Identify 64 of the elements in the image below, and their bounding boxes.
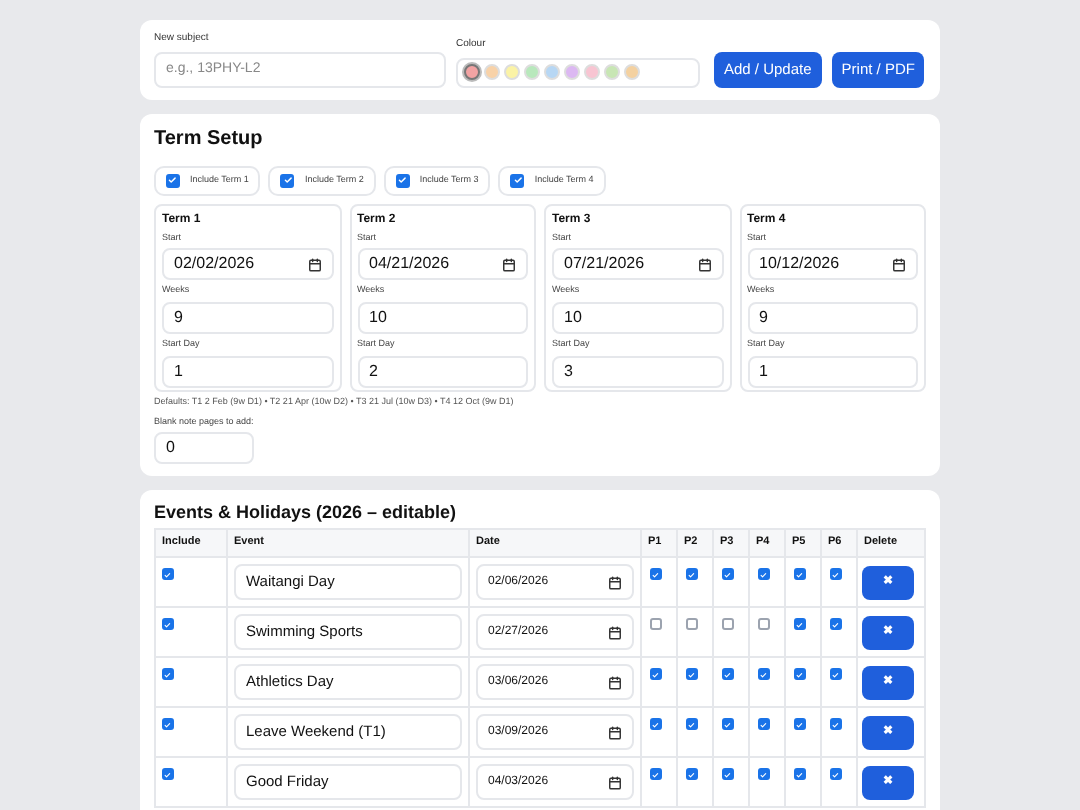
checkbox[interactable] (830, 768, 842, 781)
checkbox[interactable] (758, 768, 770, 781)
input-field[interactable]: 9 (747, 302, 918, 334)
checkbox[interactable] (794, 668, 806, 681)
checkbox[interactable] (650, 618, 662, 631)
calendar-icon (892, 257, 906, 272)
checkbox[interactable] (162, 568, 174, 581)
checkbox[interactable] (794, 568, 806, 581)
input-field[interactable]: 10 (357, 302, 528, 334)
checkbox[interactable] (162, 668, 174, 681)
date-field[interactable]: 10/12/2026 (747, 248, 918, 281)
checkbox[interactable] (650, 568, 662, 581)
input-field[interactable]: 9 (162, 302, 333, 334)
input-field[interactable]: 10 (552, 302, 723, 334)
input-field[interactable]: 0 (154, 432, 254, 465)
checkbox[interactable] (395, 173, 410, 187)
checkbox[interactable] (162, 718, 174, 731)
checkbox[interactable] (830, 718, 842, 731)
calendar-icon (502, 257, 516, 272)
checkbox[interactable] (162, 768, 174, 781)
date-field[interactable]: 04/21/2026 (357, 248, 528, 281)
checkbox[interactable] (722, 768, 734, 781)
checkbox[interactable] (758, 668, 770, 681)
checkbox[interactable] (686, 568, 698, 581)
input-field[interactable]: 2 (357, 355, 528, 388)
date-field[interactable]: 07/21/2026 (552, 248, 723, 281)
calendar-icon (307, 257, 321, 272)
checkbox[interactable] (830, 668, 842, 681)
checkbox[interactable] (510, 173, 525, 187)
checkbox[interactable] (722, 668, 734, 681)
checkbox[interactable] (722, 618, 734, 631)
checkbox[interactable] (794, 618, 806, 631)
calendar-icon (608, 775, 622, 790)
input-field[interactable]: 1 (747, 355, 918, 388)
checkbox[interactable] (830, 618, 842, 631)
checkbox[interactable] (650, 718, 662, 731)
checkbox[interactable] (650, 668, 662, 681)
colour-swatch[interactable] (464, 64, 480, 80)
checkbox[interactable] (794, 718, 806, 731)
checkbox[interactable] (794, 768, 806, 781)
checkbox[interactable] (166, 173, 180, 187)
date-field[interactable]: 02/02/2026 (162, 248, 333, 281)
checkbox[interactable] (830, 568, 842, 581)
checkbox[interactable] (686, 618, 698, 631)
checkbox[interactable] (686, 668, 698, 681)
calendar-icon (608, 625, 622, 640)
checkbox[interactable] (162, 618, 174, 631)
input-field[interactable]: 3 (552, 355, 723, 388)
input-field[interactable]: 1 (162, 355, 333, 388)
calendar-icon (608, 575, 622, 590)
checkbox[interactable] (686, 768, 698, 781)
calendar-icon (608, 675, 622, 690)
checkbox[interactable] (758, 618, 770, 631)
section-title: Events & Holidays (2026 – editable) (154, 502, 459, 525)
checkbox[interactable] (758, 718, 770, 731)
calendar-icon (608, 725, 622, 740)
calendar-icon (697, 257, 711, 272)
section-title: Term Setup (154, 125, 265, 153)
checkbox[interactable] (686, 718, 698, 731)
checkbox[interactable] (722, 568, 734, 581)
checkbox[interactable] (722, 718, 734, 731)
checkbox[interactable] (758, 568, 770, 581)
checkbox[interactable] (280, 173, 295, 187)
checkbox[interactable] (650, 768, 662, 781)
